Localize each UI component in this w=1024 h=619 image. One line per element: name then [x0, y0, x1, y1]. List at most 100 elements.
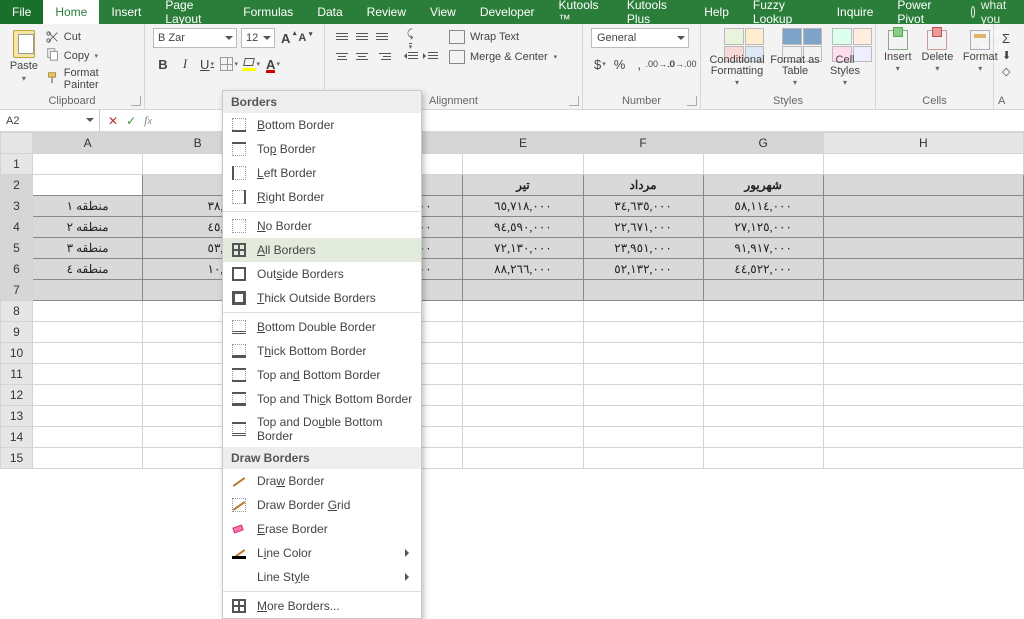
row-header[interactable]: 9: [1, 322, 33, 343]
align-top-button[interactable]: [333, 28, 351, 44]
cell[interactable]: [463, 322, 583, 343]
cut-button[interactable]: Cut: [46, 30, 136, 44]
fill-button[interactable]: ⬇: [1002, 49, 1014, 62]
cell[interactable]: [703, 280, 823, 301]
increase-indent-button[interactable]: [421, 48, 439, 64]
cell[interactable]: [463, 280, 583, 301]
cell[interactable]: [703, 364, 823, 385]
align-middle-button[interactable]: [353, 28, 371, 44]
insert-cells-button[interactable]: Insert▾: [884, 30, 912, 73]
underline-button[interactable]: U▾: [197, 54, 217, 74]
cell[interactable]: [33, 427, 143, 448]
menu-outside-borders[interactable]: Outside Borders: [223, 262, 421, 286]
cell[interactable]: [463, 364, 583, 385]
dialog-launcher-icon[interactable]: [569, 96, 579, 106]
format-cells-button[interactable]: Format▾: [963, 30, 997, 73]
menu-no-border[interactable]: No Border: [223, 214, 421, 238]
cell[interactable]: [463, 385, 583, 406]
worksheet-grid[interactable]: A B C D E F G H 12وردینخردادتیرمردادشهری…: [0, 132, 1024, 469]
cell[interactable]: ۳٤,٦۳٥,۰۰۰: [583, 196, 703, 217]
cell[interactable]: [463, 427, 583, 448]
cell[interactable]: ۲۳,۹٥۱,۰۰۰: [583, 238, 703, 259]
dialog-launcher-icon[interactable]: [131, 96, 141, 106]
name-box[interactable]: A2: [0, 110, 100, 131]
cell[interactable]: [823, 175, 1023, 196]
cell[interactable]: ۲۷,۱۲٥,۰۰۰: [703, 217, 823, 238]
format-as-table-button[interactable]: Format as Table▾: [767, 28, 823, 87]
row-header[interactable]: 10: [1, 343, 33, 364]
row-header[interactable]: 14: [1, 427, 33, 448]
tab-view[interactable]: View: [418, 0, 468, 24]
decrease-decimal-button[interactable]: .0→.00: [672, 54, 692, 74]
select-all-corner[interactable]: [1, 133, 33, 154]
cell[interactable]: [823, 322, 1023, 343]
cell[interactable]: ٥۲,۱۳۲,۰۰۰: [583, 259, 703, 280]
menu-more-borders[interactable]: More Borders...: [223, 594, 421, 618]
menu-line-color[interactable]: Line Color: [223, 541, 421, 565]
cell[interactable]: ٦٥,۷۱۸,۰۰۰: [463, 196, 583, 217]
menu-thick-bottom-border[interactable]: Thick Bottom Border: [223, 339, 421, 363]
enter-formula-button[interactable]: ✓: [126, 114, 136, 128]
font-size-select[interactable]: 12: [241, 28, 275, 48]
cell[interactable]: ٤٤,٥۲۲,۰۰۰: [703, 259, 823, 280]
cell[interactable]: [583, 154, 703, 175]
cell[interactable]: [583, 364, 703, 385]
col-header[interactable]: F: [583, 133, 703, 154]
cell[interactable]: [823, 301, 1023, 322]
conditional-formatting-button[interactable]: Conditional Formatting▾: [709, 28, 765, 87]
chevron-down-icon[interactable]: ▾: [94, 52, 98, 60]
tab-page-layout[interactable]: Page Layout: [153, 0, 231, 24]
cell[interactable]: [823, 238, 1023, 259]
tab-kutools[interactable]: Kutools ™: [547, 0, 615, 24]
row-header[interactable]: 7: [1, 280, 33, 301]
cell[interactable]: [463, 343, 583, 364]
decrease-font-button[interactable]: A▾: [296, 32, 308, 44]
menu-draw-border-grid[interactable]: Draw Border Grid: [223, 493, 421, 517]
row-header[interactable]: 12: [1, 385, 33, 406]
cell[interactable]: [33, 343, 143, 364]
delete-cells-button[interactable]: Delete▾: [922, 30, 954, 73]
align-center-button[interactable]: [353, 48, 371, 64]
fill-color-button[interactable]: ▾: [241, 54, 261, 74]
cell[interactable]: [463, 448, 583, 469]
increase-font-button[interactable]: A▴: [279, 31, 292, 46]
cell[interactable]: [823, 427, 1023, 448]
cell-styles-button[interactable]: Cell Styles▾: [825, 28, 865, 87]
align-bottom-button[interactable]: [373, 28, 391, 44]
cell[interactable]: [583, 343, 703, 364]
cell[interactable]: منطقه ۱: [33, 196, 143, 217]
cell[interactable]: [583, 385, 703, 406]
bold-button[interactable]: B: [153, 54, 173, 74]
cell[interactable]: [33, 448, 143, 469]
col-header[interactable]: E: [463, 133, 583, 154]
cell[interactable]: [823, 259, 1023, 280]
menu-bottom-double-border[interactable]: Bottom Double Border: [223, 315, 421, 339]
cancel-formula-button[interactable]: ✕: [108, 114, 118, 128]
tab-developer[interactable]: Developer: [468, 0, 547, 24]
dialog-launcher-icon[interactable]: [687, 96, 697, 106]
cell[interactable]: [823, 448, 1023, 469]
cell[interactable]: ٥۸,۱۱٤,۰۰۰: [703, 196, 823, 217]
cell[interactable]: منطقه ۳: [33, 238, 143, 259]
cell[interactable]: [583, 280, 703, 301]
cell[interactable]: [33, 406, 143, 427]
cell[interactable]: [33, 385, 143, 406]
paste-button[interactable]: Paste ▾: [8, 28, 40, 91]
menu-line-style[interactable]: Line Style: [223, 565, 421, 589]
menu-erase-border[interactable]: Erase Border: [223, 517, 421, 541]
cell[interactable]: [703, 301, 823, 322]
cell[interactable]: [33, 175, 143, 196]
cell[interactable]: [703, 427, 823, 448]
row-header[interactable]: 3: [1, 196, 33, 217]
align-left-button[interactable]: [333, 48, 351, 64]
row-header[interactable]: 4: [1, 217, 33, 238]
cell[interactable]: [33, 322, 143, 343]
borders-button[interactable]: ▾: [219, 54, 239, 74]
cell[interactable]: [583, 322, 703, 343]
cell[interactable]: منطقه ٤: [33, 259, 143, 280]
merge-center-button[interactable]: Merge & Center▾: [449, 50, 557, 64]
percent-format-button[interactable]: %: [611, 54, 629, 74]
menu-top-thick-bottom-border[interactable]: Top and Thick Bottom Border: [223, 387, 421, 411]
cell[interactable]: [823, 406, 1023, 427]
accounting-format-button[interactable]: $▾: [591, 54, 609, 74]
